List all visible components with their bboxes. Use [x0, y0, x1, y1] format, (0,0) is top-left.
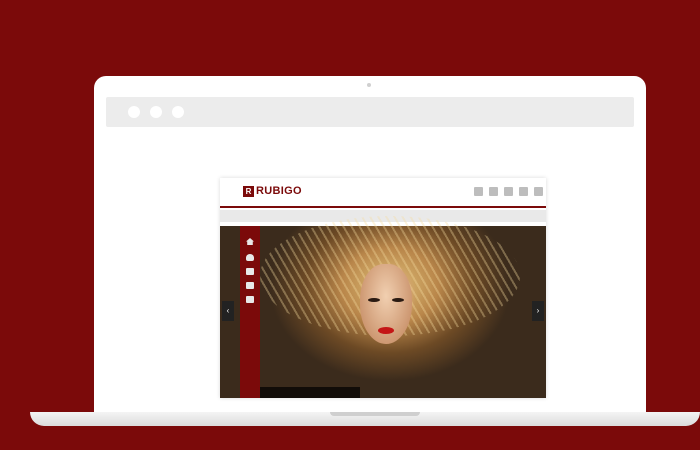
- red-lips: [378, 327, 394, 334]
- social-icon-2[interactable]: [489, 187, 498, 196]
- chat-icon[interactable]: [246, 282, 254, 289]
- laptop-notch: [330, 412, 420, 416]
- hero-slider: ‹ ›: [220, 216, 546, 398]
- logo-mark: R: [243, 186, 254, 197]
- left-eye: [368, 298, 380, 302]
- camera-dot: [367, 83, 371, 87]
- home-icon[interactable]: [246, 238, 254, 245]
- social-icon-5[interactable]: [534, 187, 543, 196]
- hero-caption: [260, 387, 360, 398]
- user-icon[interactable]: [246, 254, 254, 261]
- slider-prev-button[interactable]: ‹: [222, 301, 234, 321]
- laptop-base: [30, 412, 700, 426]
- side-navigation: [240, 226, 260, 398]
- social-icon-4[interactable]: [519, 187, 528, 196]
- right-eye: [392, 298, 404, 302]
- slider-next-button[interactable]: ›: [532, 301, 544, 321]
- grid-icon[interactable]: [246, 268, 254, 275]
- social-icon-1[interactable]: [474, 187, 483, 196]
- site-header: R RUBIGO: [220, 178, 546, 208]
- mail-icon[interactable]: [246, 296, 254, 303]
- window-maximize-dot[interactable]: [172, 106, 184, 118]
- social-icon-3[interactable]: [504, 187, 513, 196]
- hero-face-graphic: [360, 264, 412, 344]
- social-icons: [474, 187, 543, 196]
- window-minimize-dot[interactable]: [150, 106, 162, 118]
- website-preview: R RUBIGO ‹ ›: [220, 178, 546, 398]
- browser-toolbar: [106, 97, 634, 127]
- window-close-dot[interactable]: [128, 106, 140, 118]
- logo-text[interactable]: RUBIGO: [256, 185, 302, 197]
